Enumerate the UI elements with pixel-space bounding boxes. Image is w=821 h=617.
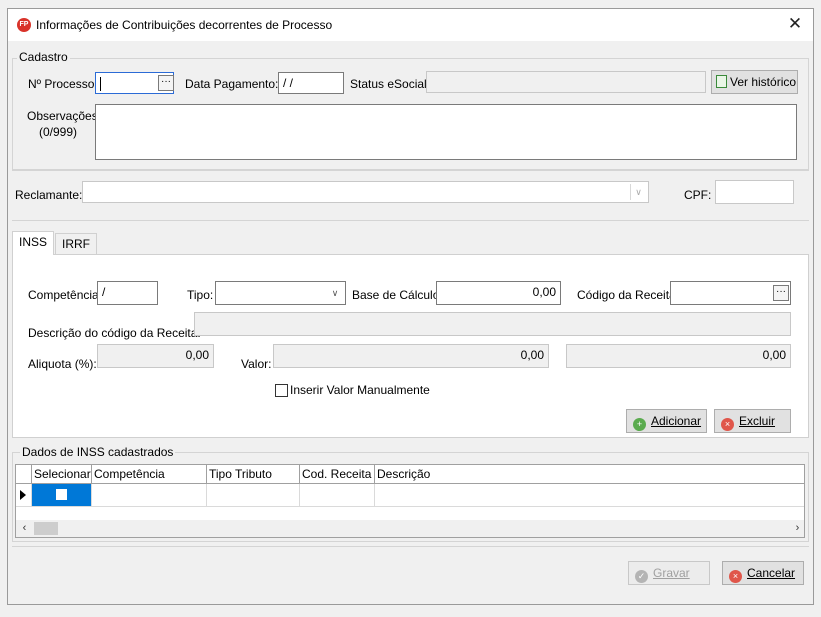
- add-icon: +: [633, 418, 646, 431]
- tab-inss[interactable]: INSS: [12, 231, 55, 255]
- grid-caption: Dados de INSS cadastrados: [20, 445, 176, 459]
- close-icon[interactable]: ✕: [785, 14, 805, 34]
- valor-extra-field: 0,00: [566, 344, 791, 368]
- aliquota-label: Aliquota (%):: [28, 357, 97, 371]
- grid-header: Selecionar Competência Tipo Tributo Cod.…: [16, 465, 804, 484]
- grid-col-descricao[interactable]: Descrição: [375, 465, 804, 484]
- observacoes-textarea[interactable]: [95, 104, 797, 160]
- valor-field: 0,00: [273, 344, 549, 368]
- aliquota-field: 0,00: [97, 344, 214, 368]
- check-icon: ✓: [635, 570, 648, 583]
- gravar-button[interactable]: ✓ Gravar: [628, 561, 710, 585]
- status-esocial-field: [426, 71, 706, 93]
- app-logo-icon: FP: [17, 18, 31, 32]
- base-calculo-input[interactable]: 0,00: [436, 281, 561, 305]
- title-bar: FP Informações de Contribuições decorren…: [8, 9, 813, 41]
- tipo-select[interactable]: ∨: [215, 281, 346, 305]
- reclamante-label: Reclamante:: [15, 188, 83, 202]
- grid-col-cod-receita[interactable]: Cod. Receita: [300, 465, 375, 484]
- inss-data-grid: Selecionar Competência Tipo Tributo Cod.…: [15, 464, 805, 538]
- cancel-icon: ×: [729, 570, 742, 583]
- dialog-window: FP Informações de Contribuições decorren…: [7, 8, 814, 605]
- inserir-manual-checkbox[interactable]: [275, 384, 288, 397]
- descricao-codigo-label: Descrição do código da Receita:: [28, 326, 201, 340]
- text-cursor: [100, 76, 101, 91]
- footer-divider: [12, 546, 809, 547]
- tipo-label: Tipo:: [187, 288, 214, 302]
- cancelar-button[interactable]: × Cancelar: [722, 561, 804, 585]
- observacoes-counter: (0/999): [39, 125, 78, 139]
- table-row[interactable]: [16, 484, 804, 507]
- section-divider: [12, 170, 809, 171]
- row-competencia-cell: [92, 484, 207, 507]
- window-title: Informações de Contribuições decorrentes…: [36, 18, 333, 32]
- reclamante-select[interactable]: ∨: [82, 181, 649, 203]
- scroll-thumb[interactable]: [34, 522, 58, 535]
- row-descricao-cell: [375, 484, 804, 507]
- section-divider: [12, 220, 809, 221]
- codigo-receita-label: Código da Receita:: [577, 288, 680, 302]
- row-cod-receita-cell: [300, 484, 375, 507]
- excluir-button[interactable]: × Excluir: [714, 409, 791, 433]
- row-select-checkbox[interactable]: [55, 488, 68, 501]
- row-tipo-tributo-cell: [207, 484, 300, 507]
- competencia-label: Competência:: [28, 288, 103, 302]
- inserir-manual-label: Inserir Valor Manualmente: [290, 383, 430, 397]
- ver-historico-button[interactable]: Ver histórico: [711, 70, 798, 94]
- cadastro-caption: Cadastro: [17, 50, 70, 64]
- row-indicator: [16, 484, 32, 507]
- adicionar-button[interactable]: + Adicionar: [626, 409, 707, 433]
- chevron-down-icon: ∨: [331, 288, 339, 298]
- competencia-input[interactable]: /: [97, 281, 158, 305]
- scroll-right-icon[interactable]: ›: [789, 520, 804, 537]
- delete-icon: ×: [721, 418, 734, 431]
- processo-label: Nº Processo:: [28, 77, 98, 91]
- scroll-left-icon[interactable]: ‹: [16, 520, 33, 537]
- grid-col-competencia[interactable]: Competência: [92, 465, 207, 484]
- base-calculo-label: Base de Cálculo:: [352, 288, 443, 302]
- chevron-down-icon: ∨: [630, 184, 646, 200]
- horizontal-scrollbar[interactable]: ‹ ›: [16, 520, 804, 537]
- codigo-receita-lookup-button[interactable]: ···: [773, 285, 789, 301]
- processo-lookup-button[interactable]: ···: [158, 75, 174, 91]
- cpf-label: CPF:: [684, 188, 712, 202]
- row-select-cell[interactable]: [32, 484, 92, 507]
- cpf-input[interactable]: [715, 180, 794, 204]
- document-icon: [716, 75, 727, 88]
- grid-col-selecionar[interactable]: Selecionar: [32, 465, 92, 484]
- grid-col-tipo-tributo[interactable]: Tipo Tributo: [207, 465, 300, 484]
- row-pointer-icon: [20, 490, 26, 500]
- grid-indicator-header: [16, 465, 32, 484]
- observacoes-label: Observações:: [27, 109, 102, 123]
- tab-irrf[interactable]: IRRF: [55, 233, 97, 255]
- descricao-codigo-field: [194, 312, 791, 336]
- data-pagamento-input[interactable]: / /: [278, 72, 344, 94]
- data-pagamento-label: Data Pagamento:: [185, 77, 279, 91]
- status-esocial-label: Status eSocial:: [350, 77, 431, 91]
- valor-label: Valor:: [241, 357, 272, 371]
